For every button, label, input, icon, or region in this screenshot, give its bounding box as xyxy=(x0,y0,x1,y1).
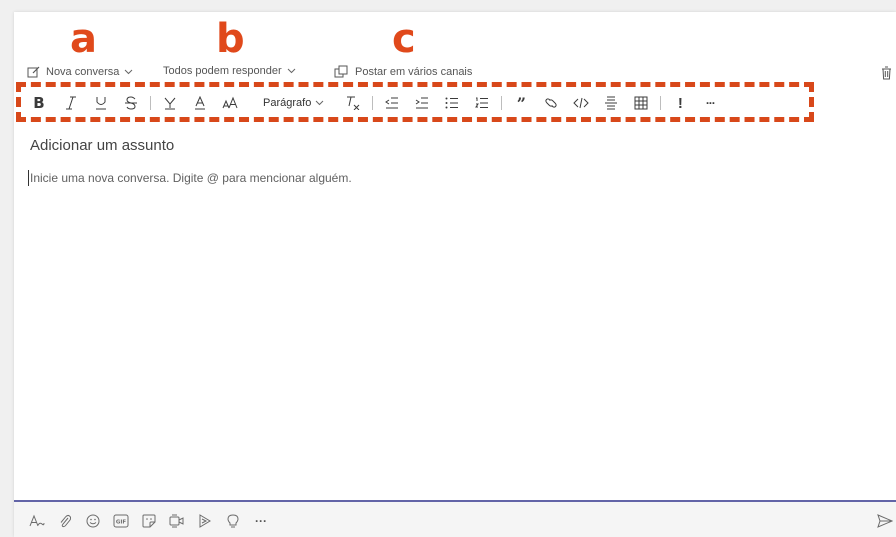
horizontal-rule-button[interactable] xyxy=(600,92,622,114)
ellipsis-icon: ··· xyxy=(705,96,716,110)
numbered-list-icon xyxy=(475,97,489,108)
highlight-icon xyxy=(164,97,176,110)
reply-mode-label: Todos podem responder xyxy=(163,65,282,77)
message-extensions-bar: GIF ··· xyxy=(14,502,896,537)
font-size-icon xyxy=(222,96,238,109)
exclamation-icon: ! xyxy=(677,94,683,112)
clear-formatting-button[interactable] xyxy=(342,92,364,114)
code-snippet-button[interactable] xyxy=(570,92,592,114)
svg-text:GIF: GIF xyxy=(116,520,127,526)
strikethrough-icon xyxy=(125,96,137,110)
meet-now-button[interactable] xyxy=(168,512,186,530)
table-icon xyxy=(634,96,648,110)
increase-indent-icon xyxy=(416,97,429,109)
numbered-list-button[interactable] xyxy=(471,92,493,114)
decrease-indent-icon xyxy=(385,97,399,109)
multi-channel-icon xyxy=(334,65,348,78)
trash-icon xyxy=(882,66,891,80)
underline-button[interactable] xyxy=(90,92,112,114)
compose-icon xyxy=(27,66,40,78)
toolbar-divider xyxy=(372,96,374,110)
ellipsis-icon: ··· xyxy=(255,514,267,528)
horizontal-rule-icon xyxy=(605,96,618,110)
new-conversation-dropdown[interactable]: Nova conversa xyxy=(27,65,133,79)
decrease-indent-button[interactable] xyxy=(381,92,403,114)
reply-mode-dropdown[interactable]: Todos podem responder xyxy=(163,65,296,77)
format-icon xyxy=(29,514,45,527)
subject-field[interactable]: Adicionar um assunto xyxy=(30,137,174,154)
paperclip-icon xyxy=(60,514,71,528)
toolbar-divider xyxy=(150,96,151,110)
send-button[interactable] xyxy=(876,512,894,530)
praise-button[interactable] xyxy=(224,512,242,530)
bulleted-list-icon xyxy=(445,97,459,109)
send-icon xyxy=(877,514,893,528)
post-multiple-channels-button[interactable]: Postar em vários canais xyxy=(334,65,472,79)
toolbar-divider xyxy=(501,96,503,110)
font-color-button[interactable] xyxy=(189,92,211,114)
link-button[interactable] xyxy=(540,92,562,114)
chevron-down-icon xyxy=(315,100,324,106)
toolbar-divider xyxy=(660,96,662,110)
post-multiple-label: Postar em vários canais xyxy=(355,66,473,78)
quote-icon: ” xyxy=(516,93,526,113)
delete-button[interactable] xyxy=(881,66,892,85)
insert-table-button[interactable] xyxy=(630,92,652,114)
sticker-button[interactable] xyxy=(140,512,158,530)
video-camera-icon xyxy=(169,514,184,528)
emoji-button[interactable] xyxy=(84,512,102,530)
formatting-toolbar: B Parágrafo ” ! ··· xyxy=(28,92,729,114)
mark-important-button[interactable]: ! xyxy=(669,92,691,114)
strikethrough-button[interactable] xyxy=(120,92,142,114)
paragraph-style-label: Parágrafo xyxy=(263,97,312,109)
new-conversation-label: Nova conversa xyxy=(46,66,120,78)
code-icon xyxy=(573,97,590,109)
increase-indent-button[interactable] xyxy=(411,92,433,114)
italic-icon xyxy=(66,96,76,110)
chevron-down-icon xyxy=(287,68,295,74)
more-formatting-button[interactable]: ··· xyxy=(699,92,721,114)
highlight-button[interactable] xyxy=(159,92,181,114)
play-icon xyxy=(199,514,211,528)
quote-button[interactable]: ” xyxy=(510,92,532,114)
stream-button[interactable] xyxy=(196,512,214,530)
paragraph-style-dropdown[interactable]: Parágrafo xyxy=(263,97,324,109)
lightbulb-icon xyxy=(227,514,239,528)
font-size-button[interactable] xyxy=(219,92,241,114)
clear-formatting-icon xyxy=(347,96,360,110)
gif-button[interactable]: GIF xyxy=(112,512,130,530)
italic-button[interactable] xyxy=(60,92,82,114)
gif-icon: GIF xyxy=(113,514,129,528)
emoji-icon xyxy=(86,514,100,528)
sticker-icon xyxy=(142,514,156,528)
bold-icon: B xyxy=(33,94,45,112)
message-field[interactable]: Inicie uma nova conversa. Digite @ para … xyxy=(28,170,352,186)
attach-button[interactable] xyxy=(56,512,74,530)
format-button[interactable] xyxy=(28,512,46,530)
bulleted-list-button[interactable] xyxy=(441,92,463,114)
font-color-icon xyxy=(195,96,205,110)
link-icon xyxy=(545,98,557,108)
bold-button[interactable]: B xyxy=(28,92,50,114)
underline-icon xyxy=(96,97,106,110)
chevron-down-icon xyxy=(125,69,133,75)
more-apps-button[interactable]: ··· xyxy=(252,512,270,530)
